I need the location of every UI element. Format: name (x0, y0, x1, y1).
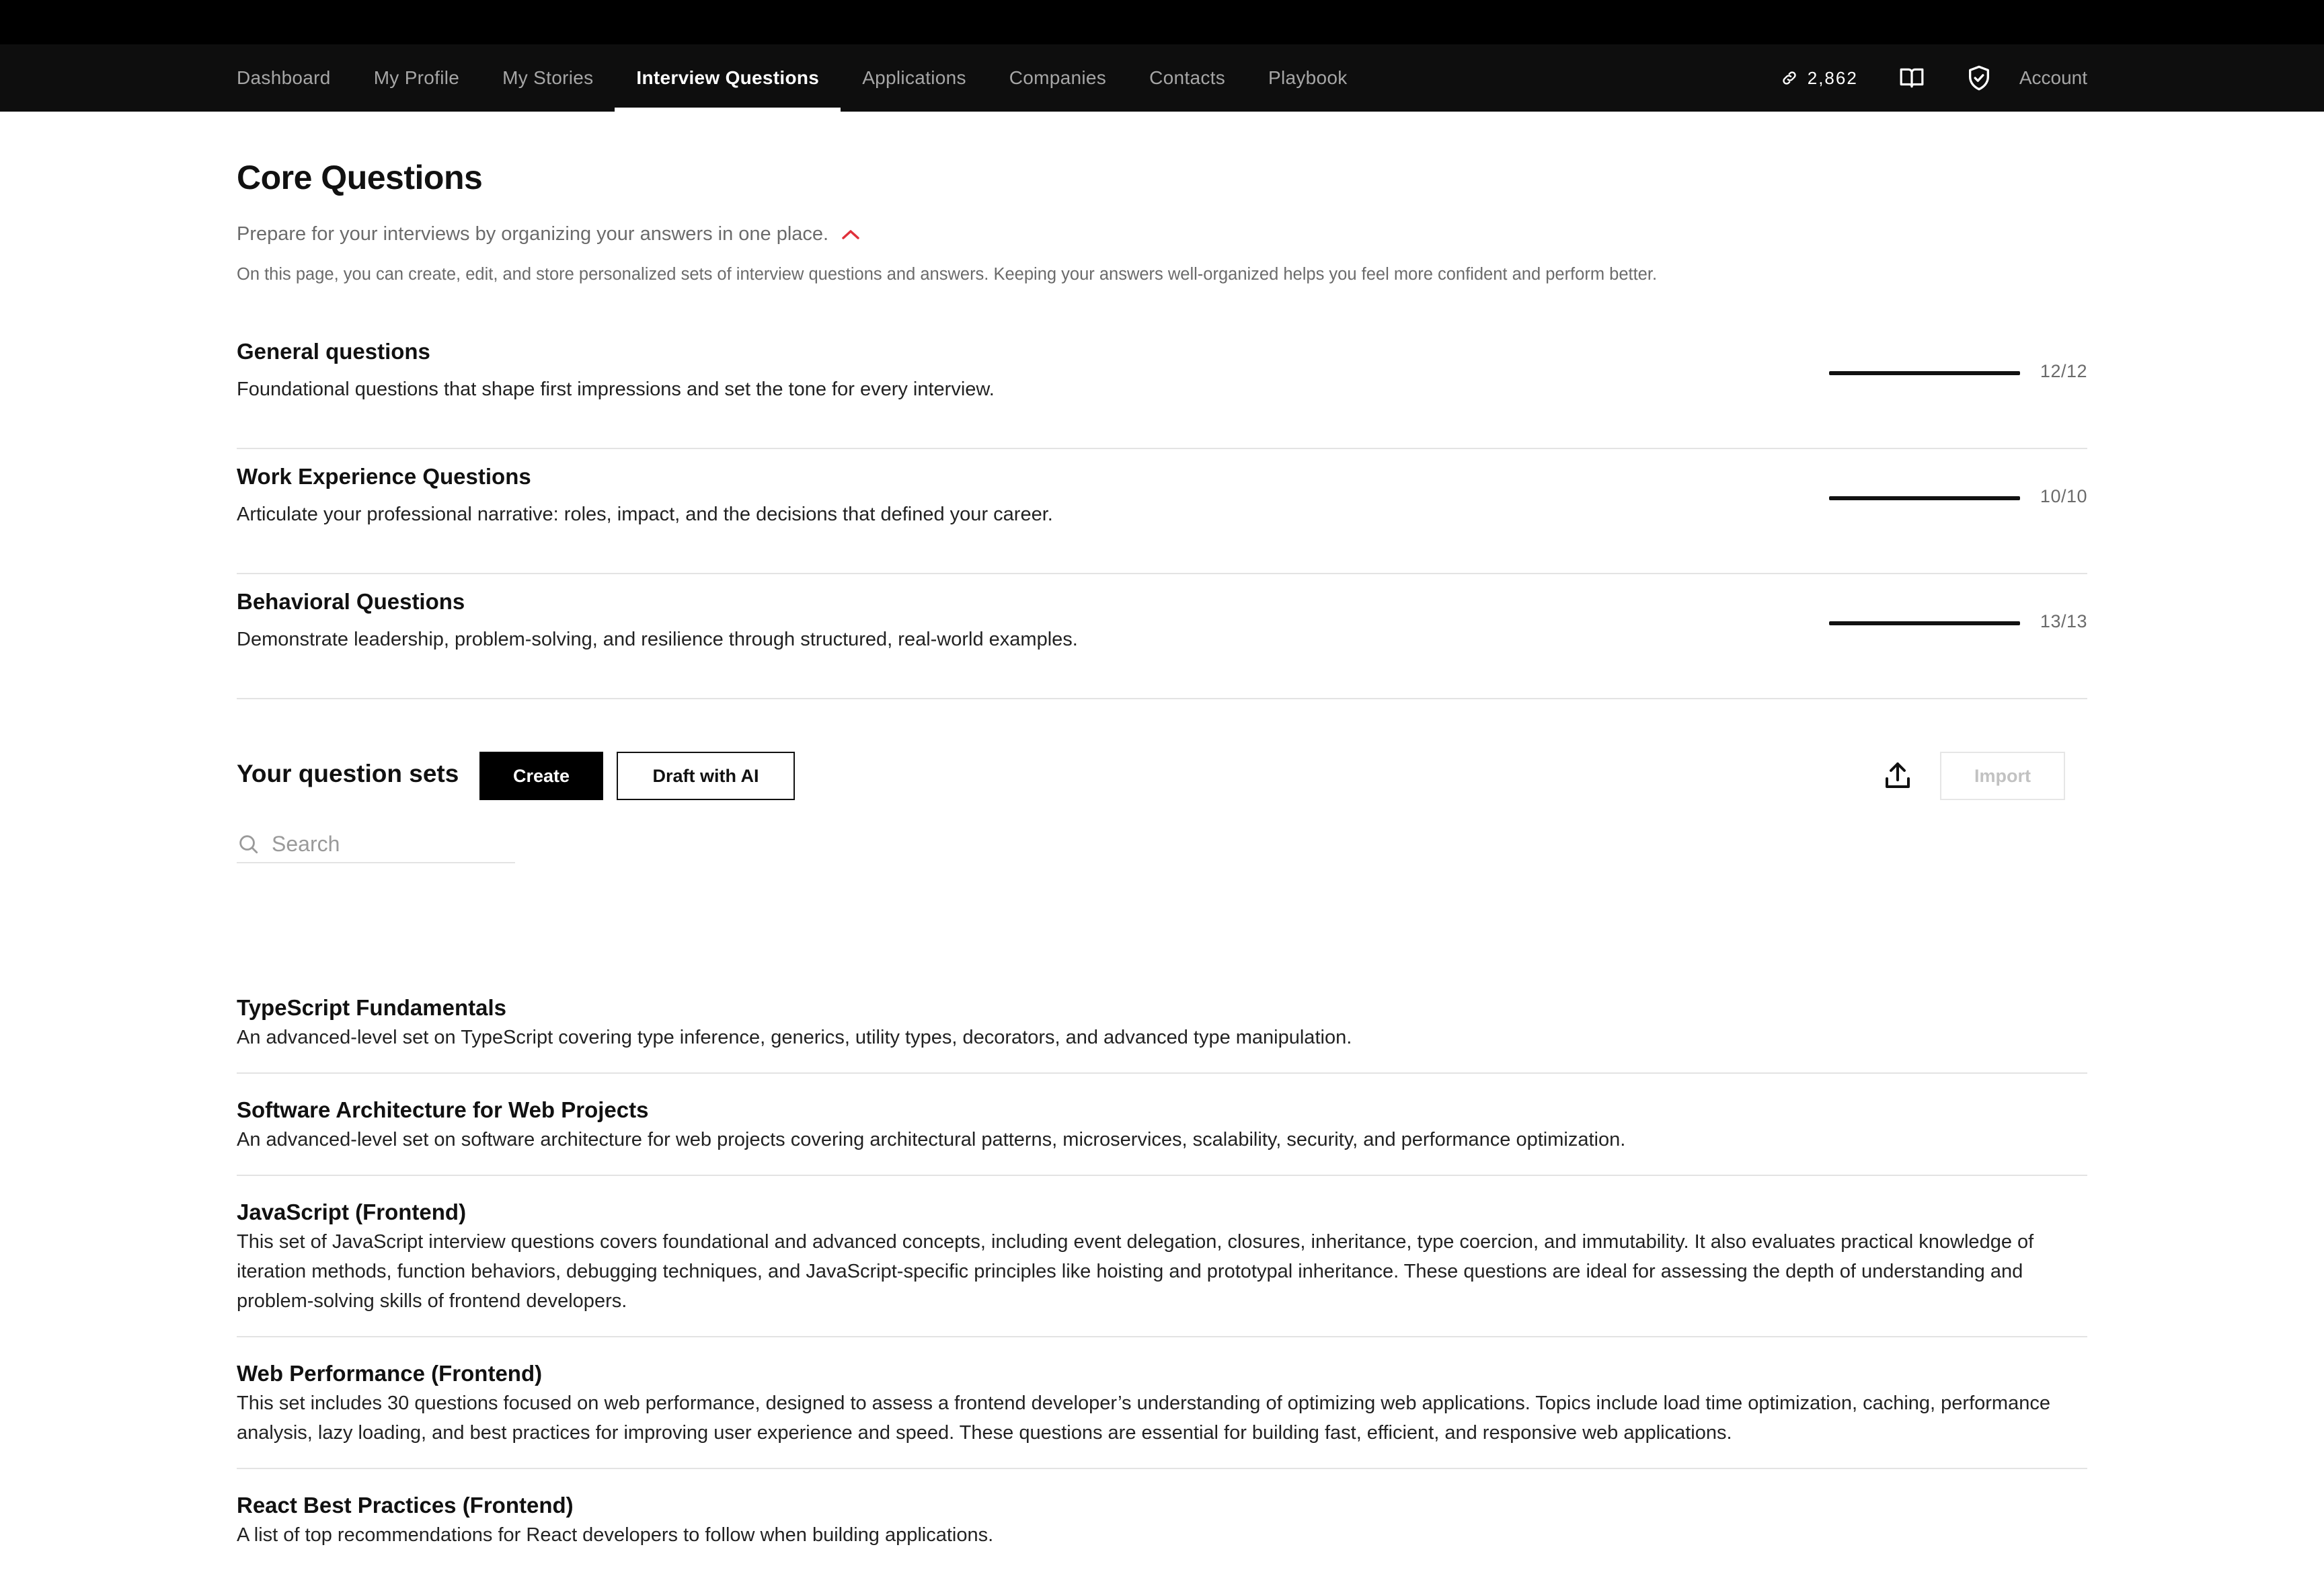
nav-applications[interactable]: Applications (841, 44, 988, 112)
progress-bar (1829, 371, 2020, 375)
nav-dashboard[interactable]: Dashboard (237, 44, 352, 112)
search-input[interactable] (272, 831, 514, 857)
category-title: Work Experience Questions (237, 464, 531, 489)
import-button[interactable]: Import (1940, 752, 2065, 800)
set-description: A list of top recommendations for React … (237, 1524, 994, 1546)
page-intro-text: On this page, you can create, edit, and … (237, 265, 1658, 284)
upload-icon[interactable] (1882, 760, 1914, 795)
progress-count: 12/12 (2040, 361, 2087, 381)
chevron-up-icon[interactable] (841, 227, 861, 242)
nav-contacts[interactable]: Contacts (1128, 44, 1247, 112)
credits-value: 2,862 (1807, 67, 1858, 88)
progress-fill (1829, 621, 2020, 625)
progress-fill (1829, 371, 2020, 375)
link-icon (1783, 71, 1796, 85)
nav-companies[interactable]: Companies (988, 44, 1128, 112)
set-description: This set includes 30 questions focused o… (237, 1392, 2050, 1444)
set-title: React Best Practices (Frontend) (237, 1493, 574, 1518)
search-icon (239, 835, 258, 854)
create-button[interactable]: Create (479, 752, 603, 800)
set-title: TypeScript Fundamentals (237, 995, 506, 1020)
question-set-item[interactable]: Web Performance (Frontend) This set incl… (237, 1337, 2087, 1469)
core-question-category[interactable]: Work Experience Questions Articulate you… (237, 449, 2087, 574)
question-sets-list: TypeScript Fundamentals An advanced-leve… (237, 992, 2087, 1570)
question-sets-title: Your question sets (237, 760, 459, 787)
top-navigation-bar: Dashboard My Profile My Stories Intervie… (0, 44, 2324, 112)
category-title: General questions (237, 339, 430, 364)
progress-count: 13/13 (2040, 611, 2087, 631)
question-set-item[interactable]: Software Architecture for Web Projects A… (237, 1074, 2087, 1176)
set-description: An advanced-level set on TypeScript cove… (237, 1027, 1352, 1048)
progress-bar (1829, 496, 2020, 500)
question-set-item[interactable]: JavaScript (Frontend) This set of JavaSc… (237, 1176, 2087, 1337)
nav-my-stories[interactable]: My Stories (481, 44, 615, 112)
nav-playbook[interactable]: Playbook (1247, 44, 1369, 112)
question-set-item[interactable]: React Best Practices (Frontend) A list o… (237, 1469, 2087, 1570)
nav-my-profile[interactable]: My Profile (352, 44, 481, 112)
credits-counter[interactable]: 2,862 (1781, 68, 1858, 89)
progress-count: 10/10 (2040, 486, 2087, 506)
nav-links: Dashboard My Profile My Stories Intervie… (237, 44, 1369, 112)
core-question-category[interactable]: Behavioral Questions Demonstrate leaders… (237, 574, 2087, 699)
set-title: Software Architecture for Web Projects (237, 1097, 649, 1122)
category-description: Articulate your professional narrative: … (237, 504, 1053, 525)
question-set-item[interactable]: TypeScript Fundamentals An advanced-leve… (237, 992, 2087, 1074)
progress-bar (1829, 621, 2020, 625)
page-subtitle: Prepare for your interviews by organizin… (237, 223, 829, 245)
core-questions-list: General questions Foundational questions… (237, 324, 2087, 699)
shield-check-icon[interactable] (1964, 63, 1994, 93)
search-field (237, 826, 515, 863)
nav-right-group: 2,862 Account (1781, 44, 2087, 112)
book-icon[interactable] (1897, 63, 1927, 93)
category-title: Behavioral Questions (237, 589, 465, 614)
set-description: This set of JavaScript interview questio… (237, 1231, 2034, 1312)
progress-fill (1829, 496, 2020, 500)
question-sets-header: Your question sets Create Draft with AI … (237, 752, 2087, 801)
page-title: Core Questions (237, 159, 483, 196)
set-title: JavaScript (Frontend) (237, 1200, 467, 1224)
category-description: Foundational questions that shape first … (237, 379, 995, 400)
draft-with-ai-button[interactable]: Draft with AI (617, 752, 795, 800)
window-top-strip (0, 0, 2324, 44)
set-title: Web Performance (Frontend) (237, 1361, 543, 1386)
set-description: An advanced-level set on software archit… (237, 1129, 1626, 1150)
account-link[interactable]: Account (2019, 67, 2087, 89)
core-question-category[interactable]: General questions Foundational questions… (237, 324, 2087, 449)
category-description: Demonstrate leadership, problem-solving,… (237, 629, 1078, 650)
subtitle-row: Prepare for your interviews by organizin… (237, 223, 861, 245)
nav-interview-questions[interactable]: Interview Questions (615, 44, 841, 112)
